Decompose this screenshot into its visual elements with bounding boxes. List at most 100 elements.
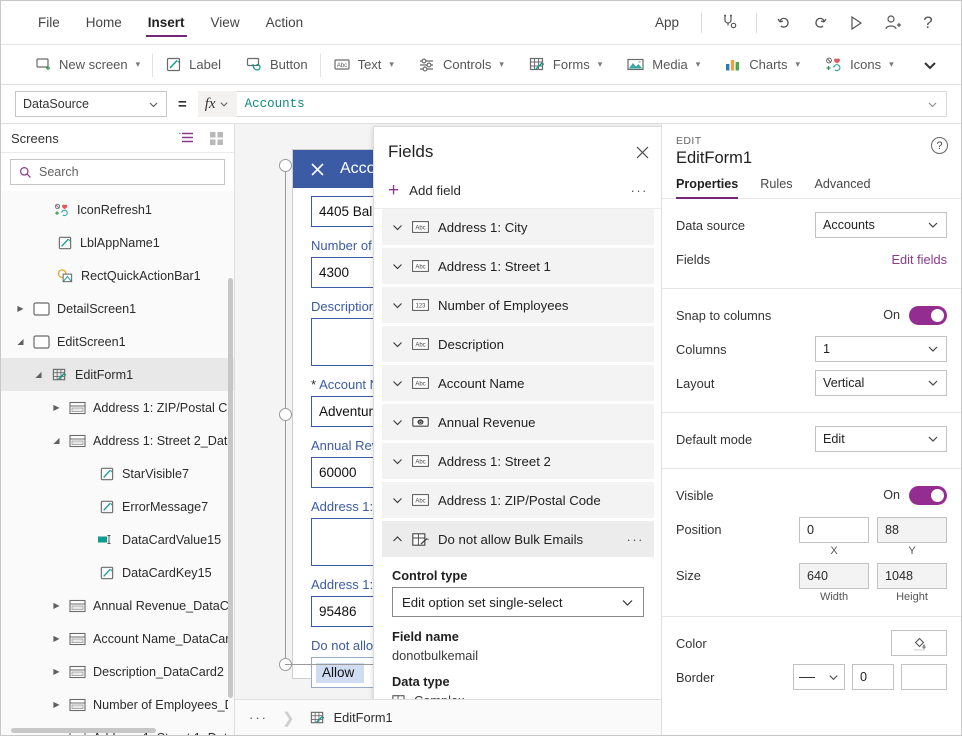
menu-item-action[interactable]: Action (253, 1, 317, 45)
property-select[interactable]: DataSource (15, 91, 167, 117)
app-checker-icon[interactable] (712, 6, 746, 40)
tree-item-annual-revenue-datacard2[interactable]: ▶ Annual Revenue_DataCard2 (1, 589, 234, 622)
snap-toggle[interactable] (909, 305, 947, 325)
chevron-down-icon[interactable] (392, 300, 403, 311)
twisty-collapsed-icon[interactable]: ▶ (51, 634, 62, 643)
edit-fields-link[interactable]: Edit fields (892, 252, 947, 267)
chevron-up-icon[interactable] (392, 534, 403, 545)
ribbon-charts[interactable]: Charts ▾ (712, 45, 812, 85)
twisty-collapsed-icon[interactable]: ▶ (15, 304, 26, 313)
control-type-select[interactable]: Edit option set single-select (392, 587, 644, 617)
tree-item-editform1[interactable]: ◢ EditForm1 (1, 358, 234, 391)
chevron-down-icon[interactable] (392, 339, 403, 350)
field-row-annual-revenue[interactable]: ¤ Annual Revenue (382, 404, 654, 440)
position-y-input[interactable]: 88 (877, 517, 947, 543)
menu-item-file[interactable]: File (25, 1, 73, 45)
chevron-down-icon[interactable] (392, 261, 403, 272)
help-question-icon[interactable]: ? (911, 6, 945, 40)
field-row-address-city[interactable]: Abc Address 1: City (382, 209, 654, 245)
formula-input[interactable]: Accounts (236, 91, 947, 117)
preview-play-icon[interactable] (839, 6, 873, 40)
overflow-dots-icon[interactable]: ··· (631, 183, 649, 198)
field-row-description[interactable]: Abc Description (382, 326, 654, 362)
tree-item-datacardvalue15[interactable]: DataCardValue15 (1, 523, 234, 556)
ribbon-controls[interactable]: Controls ▾ (406, 45, 516, 85)
default-mode-select[interactable]: Edit (815, 426, 947, 452)
twisty-expanded-icon[interactable]: ◢ (15, 337, 26, 346)
ribbon-overflow-button[interactable] (910, 45, 950, 85)
tab-rules[interactable]: Rules (760, 177, 792, 198)
chevron-down-icon[interactable] (392, 456, 403, 467)
tab-advanced[interactable]: Advanced (815, 177, 871, 198)
tree-item-address-zip-datacard[interactable]: ▶ Address 1: ZIP/Postal Code_ (1, 391, 234, 424)
help-question-icon[interactable]: ? (931, 137, 948, 154)
size-width-input[interactable]: 640 (799, 563, 869, 589)
ribbon-text[interactable]: Abc Text ▾ (321, 45, 406, 85)
twisty-collapsed-icon[interactable]: ▶ (51, 403, 62, 412)
field-row-do-not-allow-bulk-emails[interactable]: Do not allow Bulk Emails ··· (382, 521, 654, 557)
menu-item-insert[interactable]: Insert (135, 1, 198, 45)
field-row-number-of-employees[interactable]: 123 Number of Employees (382, 287, 654, 323)
undo-icon[interactable] (767, 6, 801, 40)
data-source-select[interactable]: Accounts (815, 212, 947, 238)
menu-item-view[interactable]: View (198, 1, 253, 45)
tree-view-icon[interactable] (178, 131, 195, 146)
tree-item-editscreen1[interactable]: ◢ EditScreen1 (1, 325, 234, 358)
chevron-down-icon[interactable] (392, 417, 403, 428)
tree-horizontal-scrollbar[interactable] (11, 728, 156, 733)
field-row-address-zip[interactable]: Abc Address 1: ZIP/Postal Code (382, 482, 654, 518)
ribbon-icons[interactable]: Icons ▾ (812, 45, 906, 85)
ribbon-label-control[interactable]: Label (153, 45, 233, 85)
ribbon-forms[interactable]: Forms ▾ (516, 45, 614, 85)
border-width-input[interactable]: 0 (852, 664, 894, 690)
breadcrumb-item-editform1[interactable]: EditForm1 (295, 700, 407, 735)
twisty-collapsed-icon[interactable]: ▶ (51, 733, 62, 735)
twisty-collapsed-icon[interactable]: ▶ (51, 700, 62, 709)
field-row-address-street1[interactable]: Abc Address 1: Street 1 (382, 248, 654, 284)
field-row-account-name[interactable]: Abc Account Name (382, 365, 654, 401)
chevron-down-icon[interactable] (392, 495, 403, 506)
twisty-expanded-icon[interactable]: ◢ (33, 370, 44, 379)
tree-item-lblappname1[interactable]: LblAppName1 (1, 226, 234, 259)
layout-select[interactable]: Vertical (815, 370, 947, 396)
twisty-collapsed-icon[interactable]: ▶ (51, 667, 62, 676)
tree-item-errormessage7[interactable]: ErrorMessage7 (1, 490, 234, 523)
app-menu-button[interactable]: App (643, 15, 691, 30)
twisty-expanded-icon[interactable]: ◢ (51, 436, 62, 445)
close-x-icon[interactable] (309, 161, 326, 178)
tab-properties[interactable]: Properties (676, 177, 739, 199)
chevron-down-icon[interactable] (392, 378, 403, 389)
tree-vertical-scrollbar[interactable] (228, 278, 233, 698)
visible-toggle[interactable] (909, 485, 947, 505)
resize-handle-top[interactable] (279, 159, 292, 172)
field-row-overflow-icon[interactable]: ··· (627, 532, 645, 547)
border-style-select[interactable] (793, 664, 845, 690)
menu-item-home[interactable]: Home (73, 1, 135, 45)
tree-item-datacardkey15[interactable]: DataCardKey15 (1, 556, 234, 589)
tree-item-account-name-datacard2[interactable]: ▶ Account Name_DataCard2 (1, 622, 234, 655)
resize-handle-middle[interactable] (279, 408, 292, 421)
fx-button[interactable]: fx (197, 91, 237, 117)
thumbnail-view-icon[interactable] (209, 131, 224, 146)
tree-item-description-datacard2[interactable]: ▶ Description_DataCard2 (1, 655, 234, 688)
tree-item-starvisible7[interactable]: StarVisible7 (1, 457, 234, 490)
chevron-down-icon[interactable] (392, 222, 403, 233)
redo-icon[interactable] (803, 6, 837, 40)
breadcrumb-overflow-icon[interactable]: ··· (235, 700, 282, 735)
border-color-swatch[interactable] (901, 664, 947, 690)
tree-item-number-of-employees-datacard[interactable]: ▶ Number of Employees_Data (1, 688, 234, 721)
ribbon-new-screen[interactable]: New screen ▾ (23, 45, 152, 85)
ribbon-media[interactable]: Media ▾ (614, 45, 712, 85)
close-icon[interactable] (635, 145, 650, 160)
size-height-input[interactable]: 1048 (877, 563, 947, 589)
position-x-input[interactable]: 0 (799, 517, 869, 543)
tree-item-detailscreen1[interactable]: ▶ DetailScreen1 (1, 292, 234, 325)
search-input[interactable]: Search (10, 159, 225, 185)
columns-select[interactable]: 1 (815, 336, 947, 362)
tree-item-rectquickactionbar1[interactable]: RectQuickActionBar1 (1, 259, 234, 292)
tree-item-address-street2-datacard[interactable]: ◢ Address 1: Street 2_DataCar (1, 424, 234, 457)
fill-bucket-icon[interactable] (891, 630, 947, 656)
tree-item-iconrefresh1[interactable]: IconRefresh1 (1, 193, 234, 226)
share-user-icon[interactable] (875, 6, 909, 40)
twisty-collapsed-icon[interactable]: ▶ (51, 601, 62, 610)
